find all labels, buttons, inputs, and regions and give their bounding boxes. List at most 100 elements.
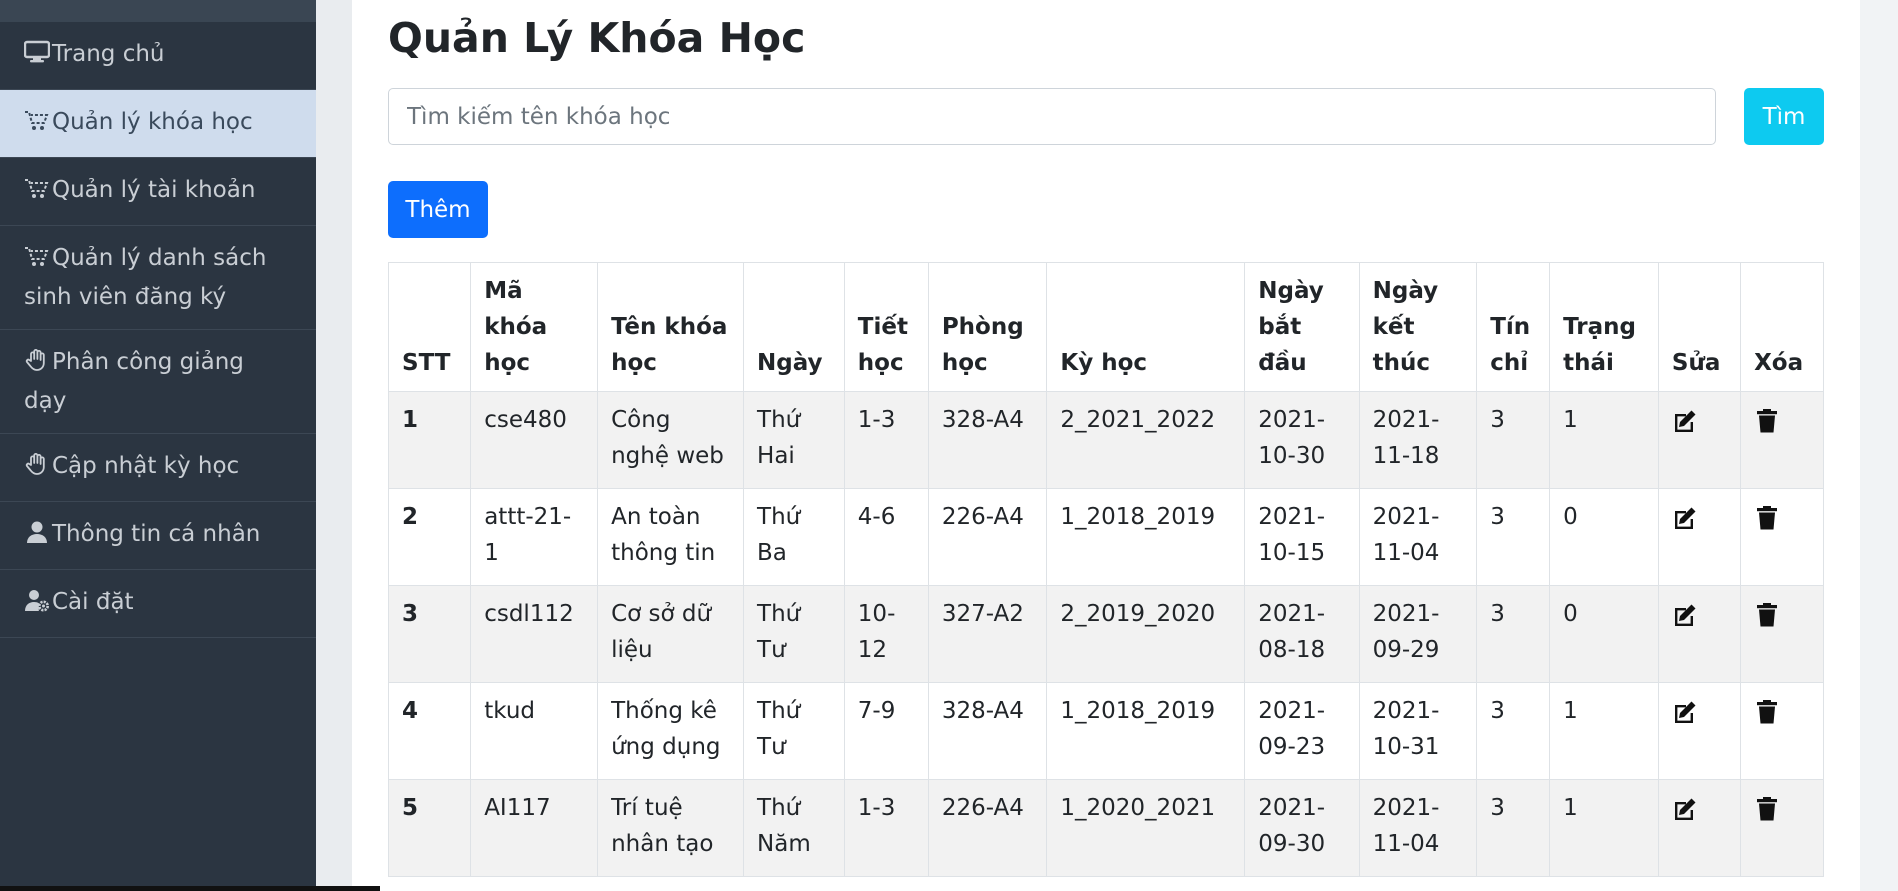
table-row: 3 csdl112 Cơ sở dữ liệu Thứ Tư 10-12 327-A2 2_… (387, 585, 1824, 683)
edit-icon[interactable] (1672, 410, 1698, 440)
delete-cell (1740, 488, 1824, 586)
main-content: Quản Lý Khóa Học Tìm Thêm STTMã khóa học… (352, 0, 1860, 891)
trash-icon[interactable] (1754, 700, 1780, 731)
cell-stt: 5 (387, 779, 472, 877)
sidebar-item-phan-cong-giang-day[interactable]: Phân công giảng dạy (0, 330, 316, 434)
delete-cell (1740, 585, 1824, 683)
edit-cell (1657, 585, 1742, 683)
cell-stt: 2 (387, 488, 472, 586)
sidebar-item-label: Thông tin cá nhân (52, 521, 261, 547)
sidebar-item-cai-dat[interactable]: Cài đặt (0, 570, 316, 638)
cell-tiet-hoc: 4-6 (843, 488, 929, 586)
edit-icon[interactable] (1672, 701, 1698, 731)
sidebar-item-label: Quản lý khóa học (52, 109, 253, 135)
user-icon (24, 519, 52, 555)
table-row: 4 tkud Thống kê ứng dụng Thứ Tư 7-9 328-A4 1_2… (387, 682, 1824, 780)
cell-tiet-hoc: 1-3 (843, 779, 929, 877)
column-header-tiet-hoc: Tiết học (843, 262, 929, 392)
cell-tin-chi: 3 (1476, 488, 1551, 586)
trash-icon[interactable] (1754, 506, 1780, 537)
column-header-trang-thai: Trạng thái (1549, 262, 1659, 392)
cell-phong-hoc: 226-A4 (927, 779, 1048, 877)
cell-ky-hoc: 2_2021_2022 (1046, 391, 1246, 489)
column-header-ky-hoc: Kỳ học (1046, 262, 1246, 392)
cell-ten-khoa-hoc: Thống kê ứng dụng (597, 682, 745, 780)
cell-ten-khoa-hoc: An toàn thông tin (597, 488, 745, 586)
edit-cell (1657, 682, 1742, 780)
hand-icon (24, 347, 52, 383)
trash-icon[interactable] (1754, 603, 1780, 634)
cell-ma-khoa-hoc: AI117 (470, 779, 599, 877)
cell-stt: 3 (387, 585, 472, 683)
column-header-xoa: Xóa (1740, 262, 1824, 392)
sidebar-item-label: Cập nhật kỳ học (52, 453, 240, 479)
column-header-ma-khoa-hoc: Mã khóa học (470, 262, 599, 392)
cell-ngay: Thứ Hai (743, 391, 845, 489)
sidebar-nav: Trang chủ Quản lý khóa học Quản lý tài kho… (0, 22, 316, 638)
cell-tiet-hoc: 1-3 (843, 391, 929, 489)
sidebar-item-quan-ly-khoa-hoc[interactable]: Quản lý khóa học (0, 90, 316, 158)
cell-ngay-bat-dau: 2021-09-23 (1244, 682, 1360, 780)
sidebar-item-thong-tin-ca-nhan[interactable]: Thông tin cá nhân (0, 502, 316, 570)
sidebar-item-label: Phân công giảng dạy (24, 349, 244, 414)
sidebar-item-cap-nhat-ky-hoc[interactable]: Cập nhật kỳ học (0, 434, 316, 502)
cart-icon (24, 107, 52, 143)
cell-ngay: Thứ Năm (743, 779, 845, 877)
cell-ma-khoa-hoc: cse480 (470, 391, 599, 489)
cell-ngay-ket-thuc: 2021-10-31 (1358, 682, 1478, 780)
cell-tin-chi: 3 (1476, 585, 1551, 683)
cell-ngay-bat-dau: 2021-08-18 (1244, 585, 1360, 683)
cell-trang-thai: 1 (1549, 779, 1659, 877)
delete-cell (1740, 682, 1824, 780)
delete-cell (1740, 391, 1824, 489)
table-row: 1 cse480 Công nghệ web Thứ Hai 1-3 328-A4 2_20… (387, 391, 1824, 489)
sidebar-item-label: Quản lý tài khoản (52, 177, 256, 203)
cell-ky-hoc: 1_2018_2019 (1046, 488, 1246, 586)
sidebar-item-quan-ly-danh-sach-sinh-vien-dang-ky[interactable]: Quản lý danh sách sinh viên đăng ký (0, 226, 316, 330)
edit-cell (1657, 779, 1742, 877)
cell-ma-khoa-hoc: attt-21-1 (470, 488, 599, 586)
delete-cell (1740, 779, 1824, 877)
cell-phong-hoc: 327-A2 (927, 585, 1048, 683)
edit-icon[interactable] (1672, 507, 1698, 537)
search-input[interactable] (388, 88, 1716, 145)
cell-ngay-ket-thuc: 2021-11-04 (1358, 779, 1478, 877)
cell-ma-khoa-hoc: csdl112 (470, 585, 599, 683)
cell-ma-khoa-hoc: tkud (470, 682, 599, 780)
edit-icon[interactable] (1672, 604, 1698, 634)
cell-ngay-bat-dau: 2021-09-30 (1244, 779, 1360, 877)
column-header-phong-hoc: Phòng học (927, 262, 1048, 392)
sidebar: Trang chủ Quản lý khóa học Quản lý tài kho… (0, 0, 316, 891)
cell-tin-chi: 3 (1476, 391, 1551, 489)
cell-ngay-ket-thuc: 2021-09-29 (1358, 585, 1478, 683)
add-course-button[interactable]: Thêm (388, 181, 488, 238)
user-cog-icon (24, 587, 52, 623)
cell-ngay: Thứ Tư (743, 682, 845, 780)
cart-icon (24, 175, 52, 211)
sidebar-item-quan-ly-tai-khoan[interactable]: Quản lý tài khoản (0, 158, 316, 226)
cell-phong-hoc: 328-A4 (927, 391, 1048, 489)
cell-stt: 4 (387, 682, 472, 780)
cell-ten-khoa-hoc: Cơ sở dữ liệu (597, 585, 745, 683)
trash-icon[interactable] (1754, 797, 1780, 828)
search-button[interactable]: Tìm (1744, 88, 1824, 145)
courses-table: STT Mã khóa học Tên khóa học Ngày Tiết học Ph… (387, 262, 1824, 877)
cell-ten-khoa-hoc: Công nghệ web (597, 391, 745, 489)
sidebar-top-strip (0, 0, 316, 22)
table-row: 5 AI117 Trí tuệ nhân tạo Thứ Năm 1-3 226-A4 1_… (387, 779, 1824, 877)
edit-cell (1657, 488, 1742, 586)
cell-trang-thai: 1 (1549, 682, 1659, 780)
cell-ky-hoc: 2_2019_2020 (1046, 585, 1246, 683)
desktop-icon (23, 39, 52, 75)
cell-trang-thai: 0 (1549, 488, 1659, 586)
column-header-ten-khoa-hoc: Tên khóa học (597, 262, 745, 392)
trash-icon[interactable] (1754, 409, 1780, 440)
cell-phong-hoc: 328-A4 (927, 682, 1048, 780)
edit-cell (1657, 391, 1742, 489)
edit-icon[interactable] (1672, 798, 1698, 828)
cell-ngay-ket-thuc: 2021-11-04 (1358, 488, 1478, 586)
page-title: Quản Lý Khóa Học (388, 14, 806, 62)
sidebar-item-trang-chu[interactable]: Trang chủ (0, 22, 316, 90)
cell-ngay-bat-dau: 2021-10-15 (1244, 488, 1360, 586)
cell-tiet-hoc: 10-12 (843, 585, 929, 683)
